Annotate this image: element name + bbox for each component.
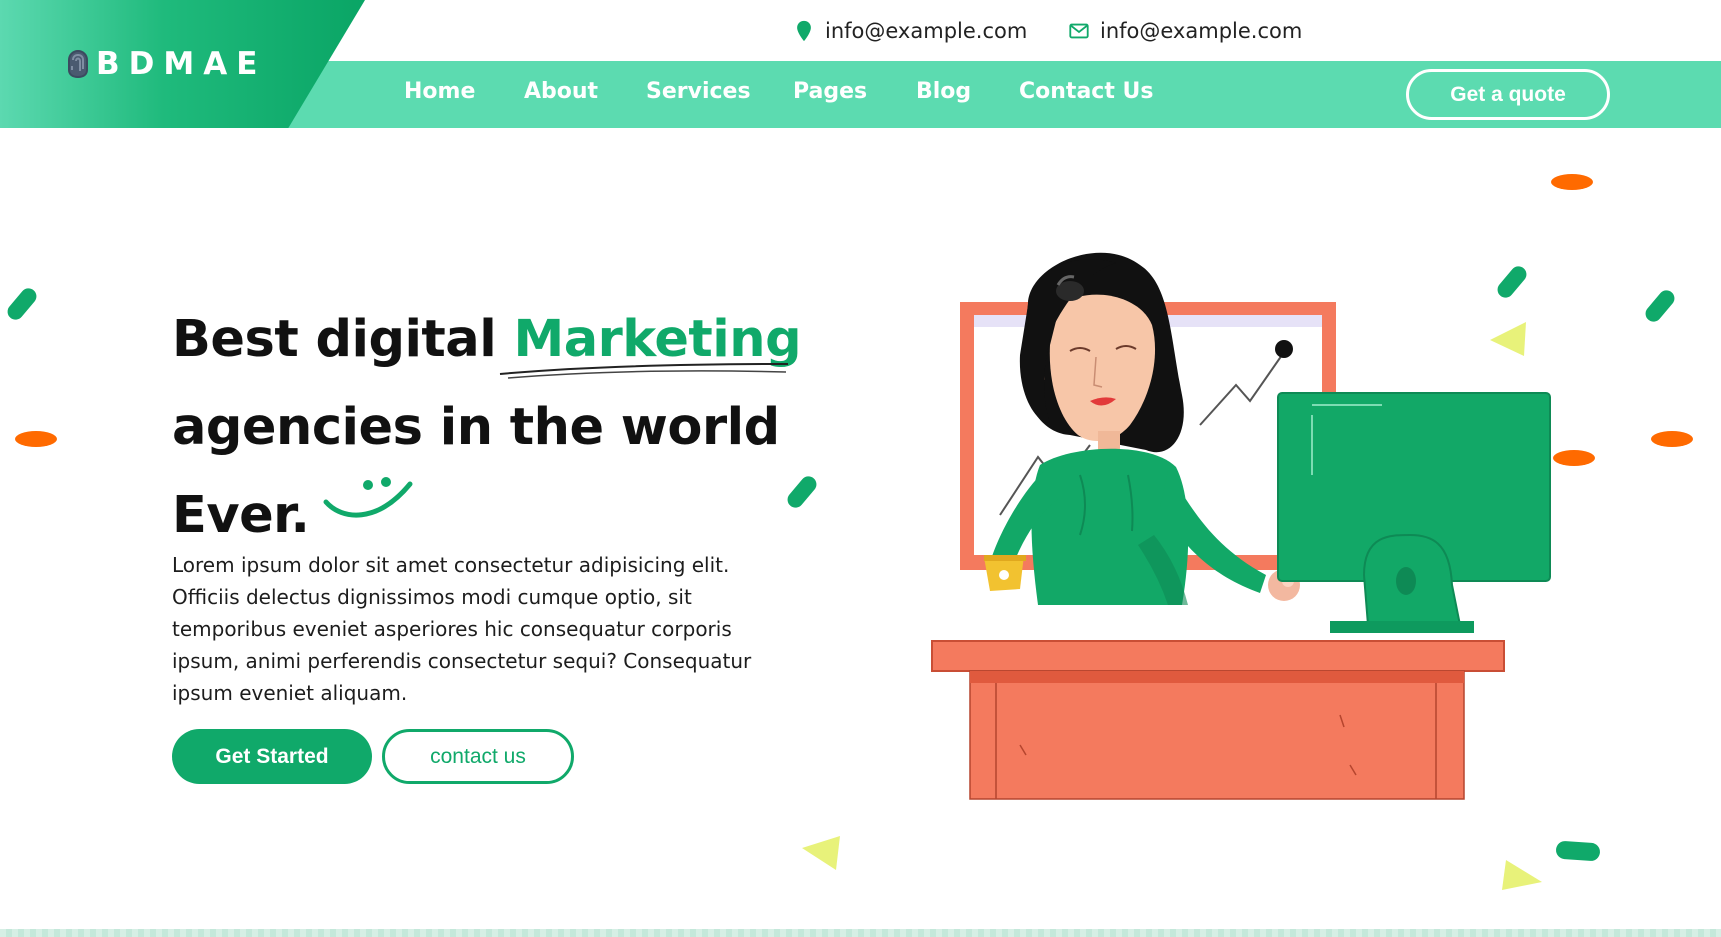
nav-blog[interactable]: Blog (916, 79, 971, 104)
brand-name: BDMAE (96, 46, 267, 82)
decor-green-pill (7, 288, 37, 320)
get-quote-button[interactable]: Get a quote (1406, 69, 1610, 120)
decor-green-pill (1556, 841, 1600, 861)
contact-location[interactable]: info@example.com (793, 16, 1027, 46)
decor-green-pill (787, 476, 817, 508)
decor-orange-oval (1551, 174, 1593, 190)
fingerprint-icon (68, 49, 88, 79)
get-started-button[interactable]: Get Started (172, 729, 372, 784)
hero-title-part1: Best digital (172, 310, 514, 369)
nav-home[interactable]: Home (404, 79, 475, 104)
hero-description: Lorem ipsum dolor sit amet consectetur a… (172, 553, 752, 705)
underline-scribble (499, 363, 789, 379)
contact-location-text: info@example.com (825, 19, 1028, 43)
brand-logo[interactable]: BDMAE (66, 46, 266, 82)
nav-services[interactable]: Services (646, 79, 751, 104)
decor-yellow-triangle (802, 836, 840, 870)
hero-title: Best digital Marketing agencies in the w… (172, 296, 852, 560)
contact-email[interactable]: info@example.com (1068, 16, 1302, 46)
decor-orange-oval (15, 431, 57, 447)
map-pin-icon (797, 20, 811, 42)
contact-us-button[interactable]: contact us (382, 729, 574, 784)
decor-yellow-triangle (1502, 860, 1542, 890)
nav-pages[interactable]: Pages (793, 79, 867, 104)
decor-green-pill (1645, 290, 1675, 322)
nav-contact-us[interactable]: Contact Us (1019, 79, 1153, 104)
hero-title-line-3: Ever. (172, 486, 310, 545)
contact-email-text: info@example.com (1100, 19, 1303, 43)
decor-orange-oval (1651, 431, 1693, 447)
smile-icon (323, 477, 413, 518)
envelope-icon (1069, 23, 1089, 39)
bottom-pattern-strip (0, 929, 1721, 937)
hero-title-line-2: agencies in the world (172, 398, 780, 457)
marketing-woman-illustration (931, 252, 1551, 800)
nav-about[interactable]: About (524, 79, 598, 104)
